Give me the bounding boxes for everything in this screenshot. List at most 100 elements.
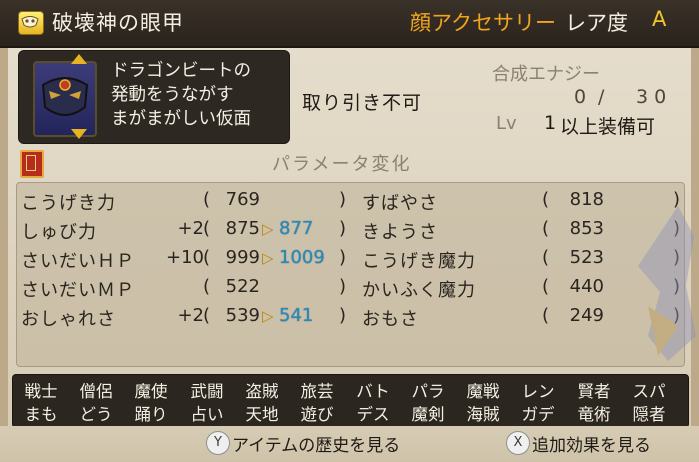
paren-open: ( — [203, 247, 211, 268]
mask-icon — [18, 11, 44, 35]
stat-value: 249 — [569, 305, 604, 326]
paren-close: ) — [339, 247, 347, 268]
description-box: ドラゴンビートの 発動をうながす まがまがしい仮面 — [18, 50, 290, 144]
item-description: ドラゴンビートの 発動をうながす まがまがしい仮面 — [111, 59, 286, 131]
decorative-emblem-icon — [638, 206, 696, 361]
stat-name: きようさ — [362, 222, 438, 243]
stat-base-value: 875 — [225, 218, 260, 239]
job-label: 魔剣 — [411, 405, 445, 424]
mask-portrait-icon — [41, 77, 89, 116]
job-label: 踊り — [134, 405, 168, 424]
paren-open: ( — [542, 247, 550, 268]
scroll-up-arrow-icon[interactable] — [71, 54, 87, 64]
paren-close: ) — [339, 276, 347, 297]
stat-new-value: 1009 — [279, 247, 325, 268]
job-label: 遊び — [300, 405, 334, 424]
job-label: バト — [356, 382, 390, 401]
job-label: 魔使 — [134, 382, 168, 401]
paren-open: ( — [542, 305, 550, 326]
job-label: 盗賊 — [245, 382, 279, 401]
x-button-icon[interactable]: X — [506, 431, 530, 455]
stat-value: 440 — [569, 276, 604, 297]
stat-base-value: 999 — [225, 247, 260, 268]
description-line: まがまがしい仮面 — [111, 109, 251, 129]
job-label: 賢者 — [577, 382, 611, 401]
item-portrait — [33, 61, 97, 137]
stat-new-value: 541 — [279, 305, 314, 326]
parameter-change-title: パラメータ変化 — [272, 154, 412, 175]
paren-close: ) — [339, 189, 347, 210]
synthesis-energy-current: 0 — [574, 86, 587, 108]
item-name: 破壊神の眼甲 — [52, 11, 184, 35]
stat-name: すばやさ — [362, 193, 438, 214]
job-label: レン — [521, 382, 555, 401]
job-label: 天地 — [245, 405, 279, 424]
book-icon[interactable] — [20, 150, 44, 178]
job-label: 隠者 — [632, 405, 666, 424]
stat-name: こうげき魔力 — [362, 251, 476, 272]
job-label: まも — [24, 405, 58, 424]
view-history-button[interactable]: アイテムの歴史を見る — [232, 431, 400, 456]
synthesis-energy-slash: / — [598, 86, 605, 108]
item-detail-screen: { "header": { "item_name": "破壊神の眼甲", "sl… — [0, 0, 699, 462]
parchment-border-left — [0, 46, 8, 462]
paren-open: ( — [542, 218, 550, 239]
stat-name: しゅび力 — [21, 222, 97, 243]
job-label: どう — [79, 405, 113, 424]
stat-base-value: 539 — [225, 305, 260, 326]
stat-value: 523 — [569, 247, 604, 268]
stat-value: 818 — [569, 189, 604, 210]
job-label: 僧侶 — [79, 382, 113, 401]
synthesis-energy-max: 30 — [636, 86, 673, 108]
stat-base-value: 522 — [225, 276, 260, 297]
stat-bonus: +2 — [177, 305, 204, 326]
job-label: 旅芸 — [300, 382, 334, 401]
job-label: 占い — [190, 405, 224, 424]
slot-type: 顔アクセサリー — [410, 11, 556, 35]
footer-actions: Y アイテムの歴史を見る X 追加効果を見る — [0, 426, 699, 462]
stat-name: こうげき力 — [21, 193, 116, 214]
paren-open: ( — [203, 189, 211, 210]
job-label: ガデ — [521, 405, 555, 424]
stat-row: おしゃれさ +2 ( 539 ▷ 541 ) おもさ ( 249 ) — [17, 305, 684, 335]
stat-base-value: 769 — [225, 189, 260, 210]
level-label: Lv — [496, 113, 517, 134]
change-arrow-icon: ▷ — [262, 220, 274, 238]
job-label: スパ — [632, 382, 666, 401]
rarity-label: レア度 — [565, 11, 628, 35]
job-label: 竜術 — [577, 405, 611, 424]
job-label: 戦士 — [24, 382, 58, 401]
view-additional-effects-button[interactable]: 追加効果を見る — [532, 431, 651, 456]
item-header: 破壊神の眼甲 顔アクセサリー レア度 A — [0, 0, 699, 48]
job-compatibility-bar: 戦士 僧侶 魔使 武闘 盗賊 旅芸 バト パラ 魔戦 レン 賢者 スパ まも ど… — [12, 374, 689, 428]
job-label: 海賊 — [466, 405, 500, 424]
trade-status: 取り引き不可 — [302, 92, 423, 114]
stat-row: さいだいＨＰ +10 ( 999 ▷ 1009 ) こうげき魔力 ( 523 ) — [17, 247, 684, 277]
paren-close: ) — [339, 305, 347, 326]
job-label: 武闘 — [190, 382, 224, 401]
level-requirement-text: 以上装備可 — [560, 116, 656, 138]
paren-open: ( — [203, 305, 211, 326]
stat-row: さいだいＭＰ ( 522 ) かいふく魔力 ( 440 ) — [17, 276, 684, 306]
description-line: ドラゴンビートの — [111, 61, 251, 81]
stat-row: こうげき力 ( 769 ) すばやさ ( 818 ) — [17, 189, 684, 219]
level-value: 1 — [544, 112, 557, 134]
stat-bonus: +10 — [166, 247, 204, 268]
stat-name: おしゃれさ — [21, 309, 116, 330]
job-label: パラ — [411, 382, 445, 401]
change-arrow-icon: ▷ — [262, 249, 274, 267]
stat-name: さいだいＨＰ — [21, 251, 135, 272]
change-arrow-icon: ▷ — [262, 307, 274, 325]
scroll-down-arrow-icon[interactable] — [71, 129, 87, 139]
paren-open: ( — [203, 218, 211, 239]
stats-panel: こうげき力 ( 769 ) すばやさ ( 818 ) しゅび力 +2 ( 875… — [16, 182, 685, 367]
stat-new-value: 877 — [279, 218, 314, 239]
y-button-icon[interactable]: Y — [206, 431, 230, 455]
job-label: デス — [356, 405, 390, 424]
paren-open: ( — [542, 189, 550, 210]
stat-name: さいだいＭＰ — [21, 280, 135, 301]
synthesis-energy-label: 合成エナジー — [492, 64, 600, 85]
stat-name: おもさ — [362, 309, 419, 330]
stat-value: 853 — [569, 218, 604, 239]
rarity-value: A — [652, 7, 667, 31]
